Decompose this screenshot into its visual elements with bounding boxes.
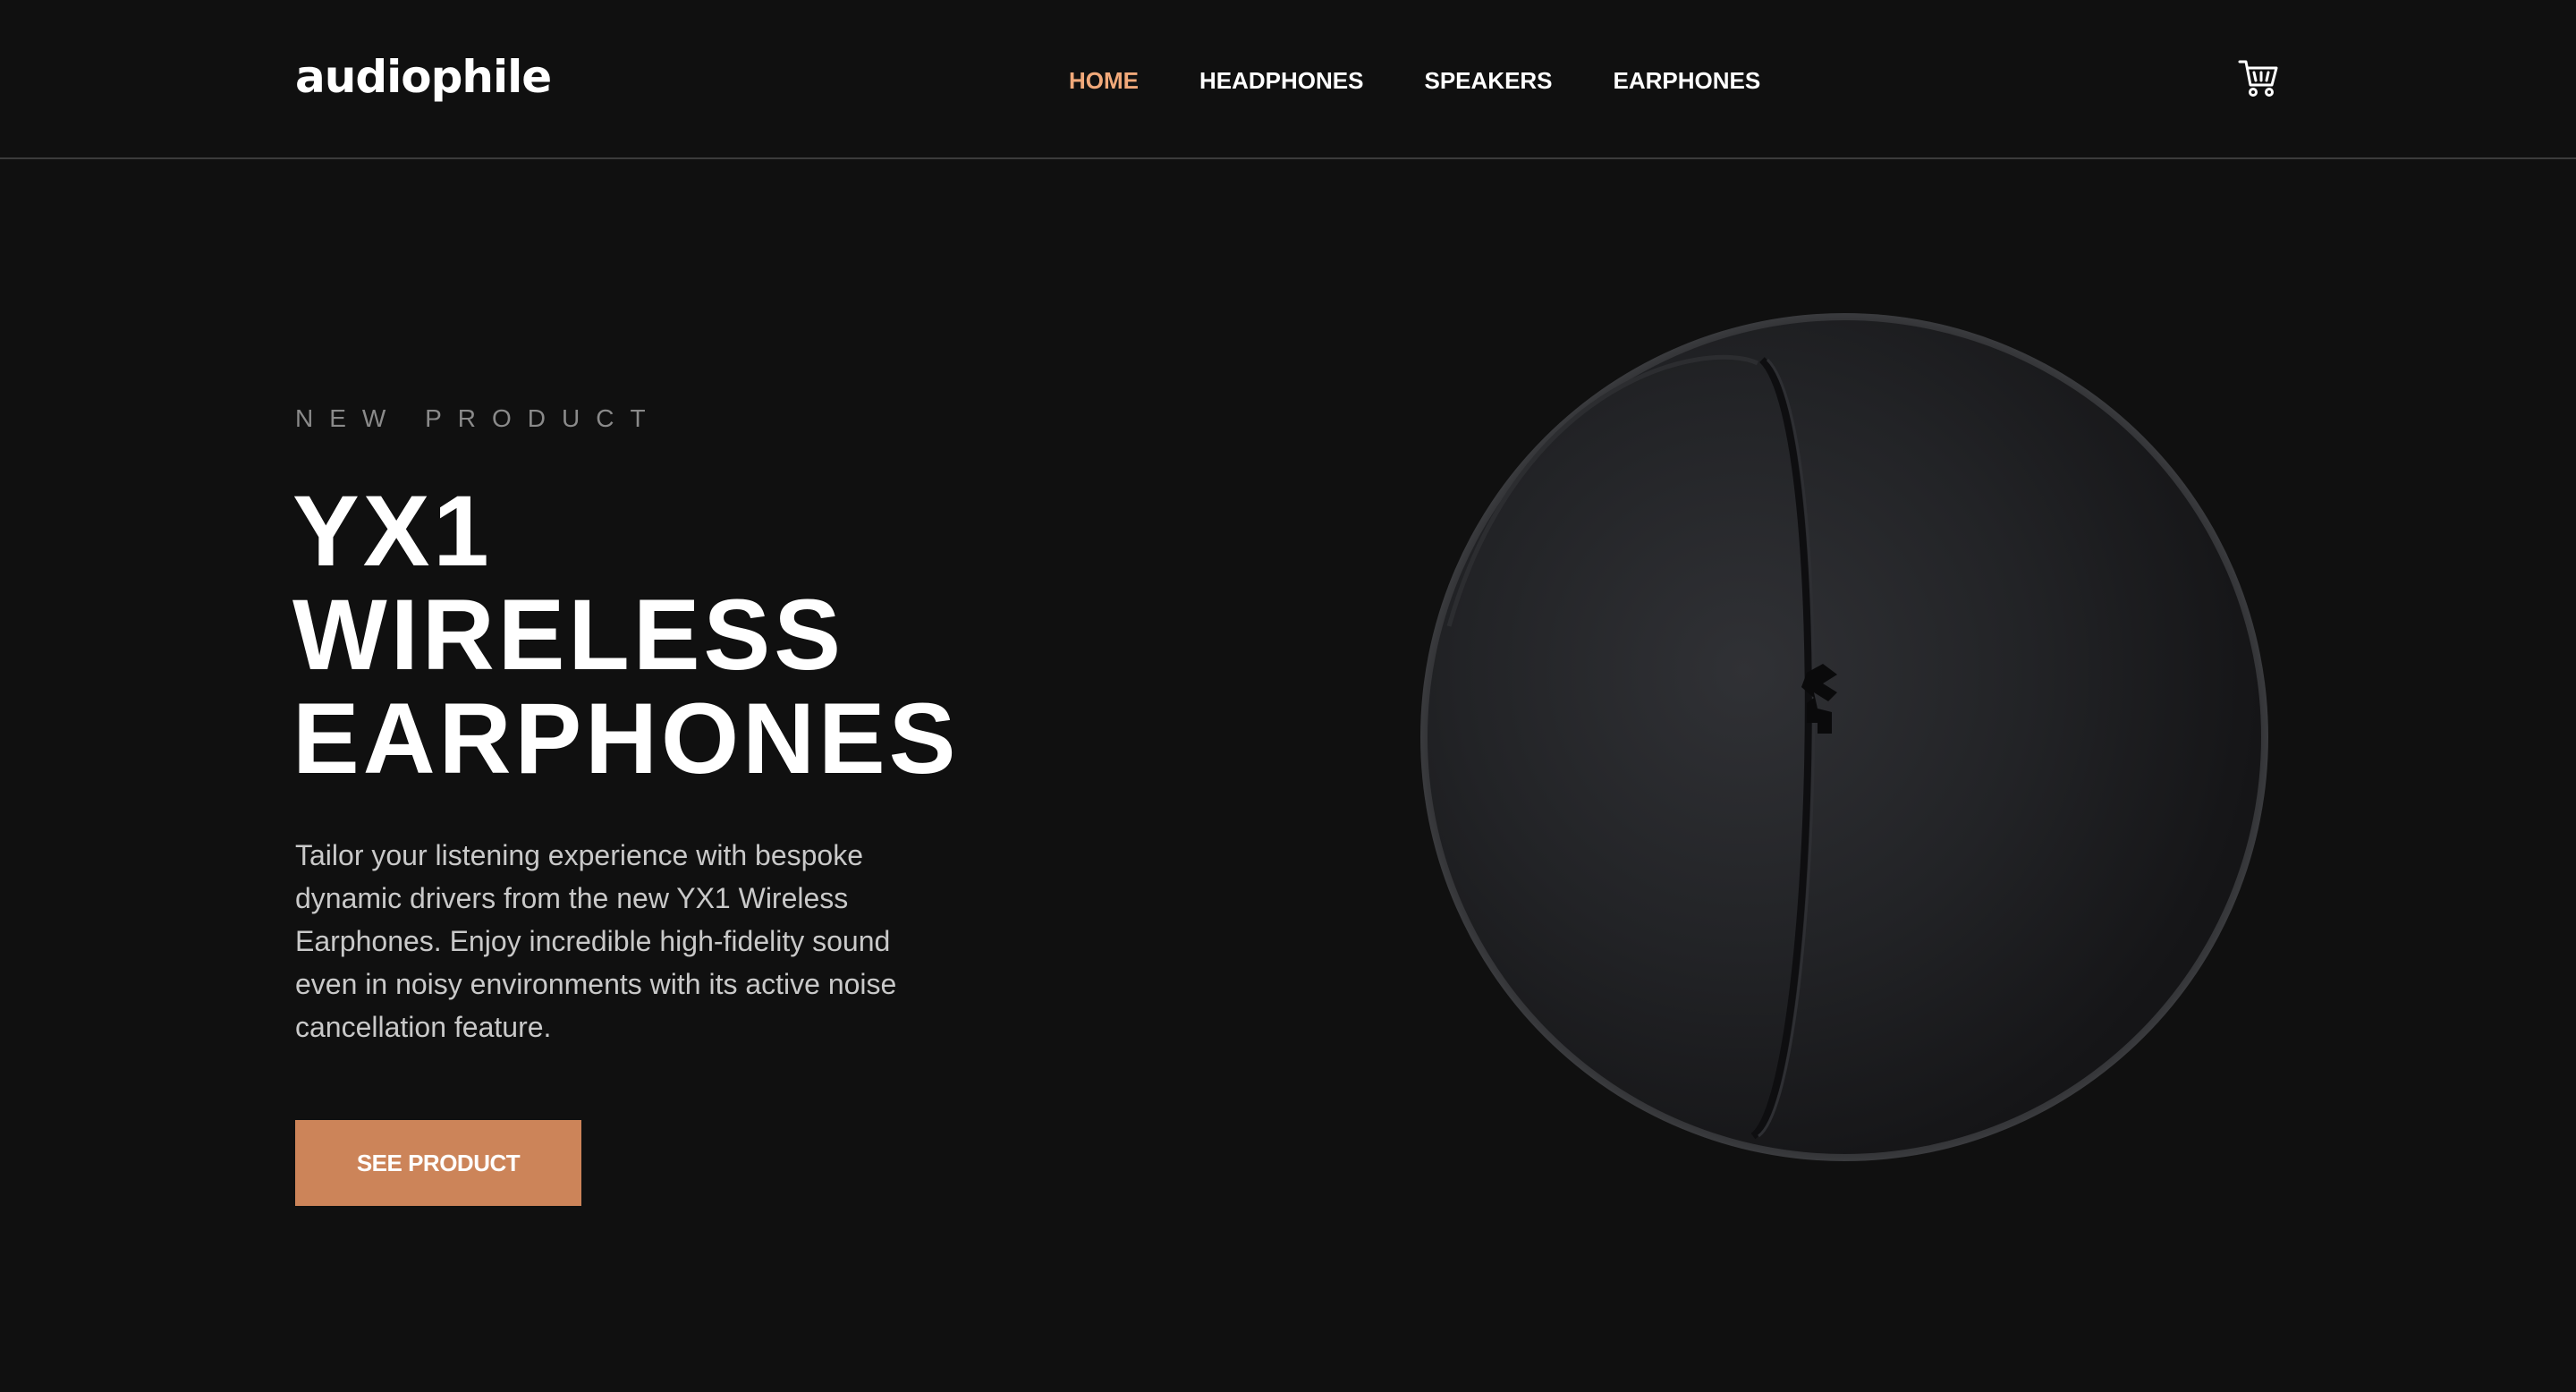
see-product-button[interactable]: SEE PRODUCT [295,1120,581,1206]
hero-title-line: YX1 [292,475,493,587]
hero-title: YX1 WIRELESS EARPHONES [292,480,972,791]
hero-title-line: WIRELESS [292,579,844,691]
nav-link-speakers[interactable]: SPEAKERS [1424,64,1552,97]
nav-link-home[interactable]: HOME [1069,64,1139,97]
hero-description: Tailor your listening experience with be… [295,839,897,1043]
nav-link-earphones[interactable]: EARPHONES [1614,64,1761,97]
earphones-case-image [1413,304,2290,1181]
page: audiophile HOME HEADPHONES SPEAKERS EARP… [0,0,2576,1392]
cart-icon[interactable] [2238,59,2279,98]
nav-link-headphones[interactable]: HEADPHONES [1199,64,1363,97]
hero-title-line: EARPHONES [292,683,960,794]
hero-eyebrow: NEW PRODUCT [295,404,662,432]
site-logo[interactable]: audiophile [295,50,552,104]
main-nav: HOME HEADPHONES SPEAKERS EARPHONES [1069,64,1760,97]
site-header: audiophile HOME HEADPHONES SPEAKERS EARP… [0,0,2576,159]
